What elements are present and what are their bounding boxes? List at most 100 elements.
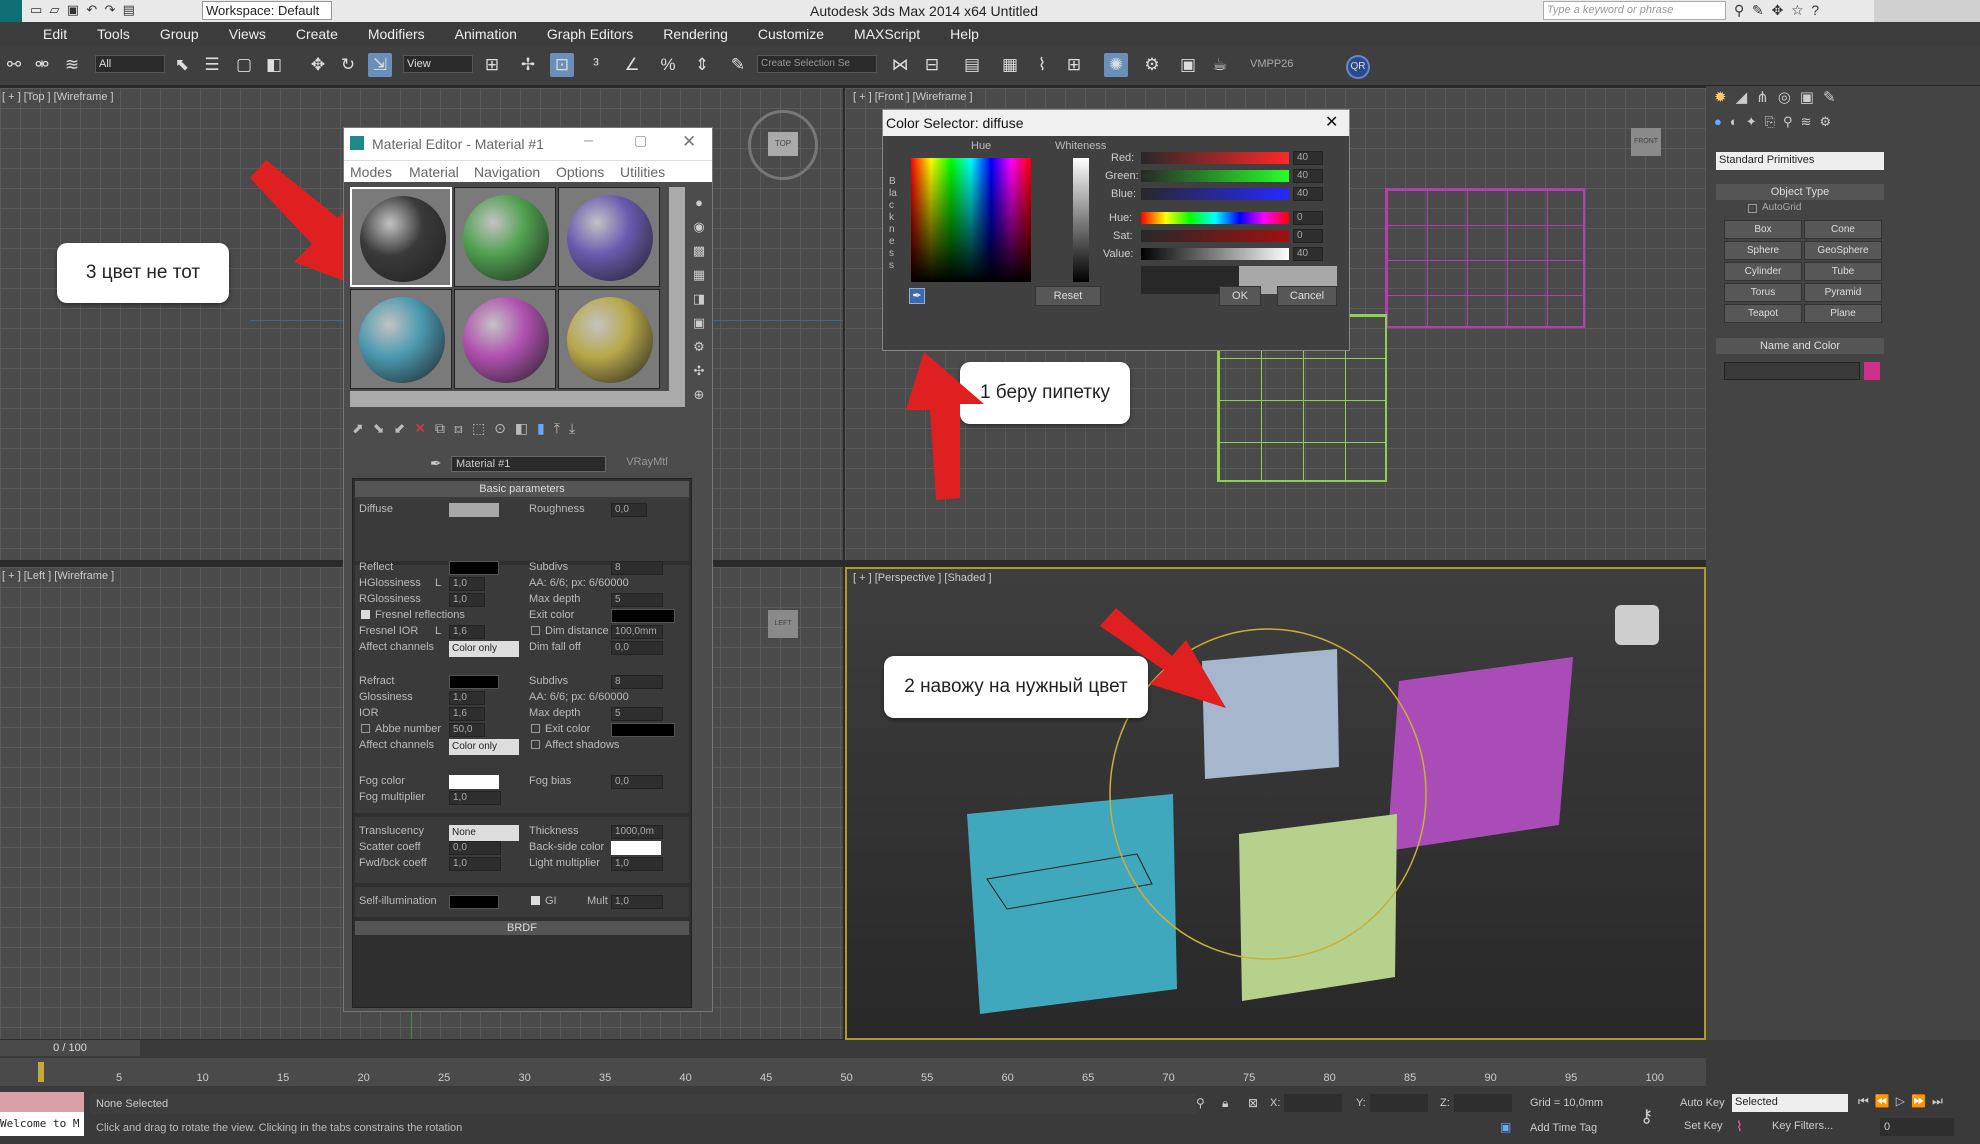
- brdf-header[interactable]: BRDF: [355, 921, 689, 935]
- fresnel-checkbox[interactable]: [361, 610, 370, 619]
- refract-affect-channels-dropdown[interactable]: Color only: [449, 739, 519, 755]
- abbe-spinner[interactable]: 50,0: [449, 723, 485, 737]
- primitive-button-cylinder[interactable]: Cylinder: [1724, 262, 1802, 281]
- go-forward-sibling-icon[interactable]: ⤓: [569, 420, 584, 436]
- utilities-tab-icon[interactable]: ✎: [1823, 89, 1845, 106]
- eyedropper-icon[interactable]: ✒: [909, 288, 925, 304]
- max-depth-spinner[interactable]: 5: [611, 593, 663, 607]
- me-menu-utilities[interactable]: Utilities: [620, 164, 665, 180]
- isolate-icon[interactable]: ⚲: [1196, 1096, 1205, 1110]
- primitive-button-box[interactable]: Box: [1724, 220, 1802, 239]
- space-warps-icon[interactable]: ≋: [1801, 114, 1820, 129]
- sample-type-icon[interactable]: ●: [689, 191, 709, 215]
- color-selector-close-icon[interactable]: ✕: [1325, 112, 1338, 132]
- sat-spinner[interactable]: 0: [1293, 229, 1323, 243]
- x-coordinate-field[interactable]: [1284, 1094, 1342, 1112]
- material-id-icon[interactable]: ⊙: [494, 420, 515, 436]
- absolute-mode-icon[interactable]: ⊠: [1248, 1096, 1258, 1110]
- rglossiness-spinner[interactable]: 1,0: [449, 593, 485, 607]
- make-unique-icon[interactable]: ⧈: [454, 420, 472, 436]
- mult-spinner[interactable]: 1,0: [611, 895, 663, 909]
- time-tag-icon[interactable]: ▣: [1500, 1120, 1511, 1134]
- z-coordinate-field[interactable]: [1454, 1094, 1512, 1112]
- hue-slider[interactable]: [1141, 212, 1289, 224]
- slots-scrollbar[interactable]: [669, 187, 685, 407]
- play-icon[interactable]: ▷: [1896, 1094, 1911, 1108]
- primitive-button-geosphere[interactable]: GeoSphere: [1804, 241, 1882, 260]
- backlight-icon[interactable]: ◉: [689, 215, 709, 239]
- options-icon[interactable]: ⚙: [689, 335, 709, 359]
- autogrid-checkbox[interactable]: [1748, 204, 1757, 213]
- fog-multiplier-spinner[interactable]: 1,0: [449, 791, 501, 805]
- me-menu-modes[interactable]: Modes: [350, 164, 392, 180]
- selection-set-dropdown[interactable]: Selected: [1732, 1094, 1848, 1112]
- reset-button[interactable]: Reset: [1035, 286, 1101, 306]
- lock-selection-icon[interactable]: 🔒︎: [1222, 1096, 1228, 1111]
- reflect-color-swatch[interactable]: [449, 561, 499, 575]
- green-spinner[interactable]: 40: [1293, 169, 1323, 183]
- geometry-icon[interactable]: ●: [1714, 114, 1730, 129]
- close-icon[interactable]: ✕: [682, 132, 696, 152]
- put-to-scene-icon[interactable]: ⬊: [373, 420, 394, 436]
- material-slot[interactable]: [558, 289, 660, 389]
- fwd-bck-spinner[interactable]: 1,0: [449, 857, 501, 871]
- minimize-icon[interactable]: –: [584, 132, 593, 150]
- material-type-button[interactable]: VRayMtl: [612, 456, 682, 472]
- video-color-check-icon[interactable]: ◨: [689, 287, 709, 311]
- cancel-button[interactable]: Cancel: [1277, 286, 1337, 306]
- gi-checkbox[interactable]: [531, 896, 540, 905]
- material-slot[interactable]: [350, 187, 452, 287]
- affect-channels-dropdown[interactable]: Color only: [449, 641, 519, 657]
- ok-button[interactable]: OK: [1219, 286, 1261, 306]
- self-illum-color-swatch[interactable]: [449, 895, 499, 909]
- eyedropper-icon[interactable]: ✒: [430, 455, 442, 472]
- blue-spinner[interactable]: 40: [1293, 187, 1323, 201]
- me-menu-material[interactable]: Material: [409, 164, 459, 180]
- previous-frame-icon[interactable]: ⏪: [1875, 1094, 1896, 1108]
- me-menu-options[interactable]: Options: [556, 164, 604, 180]
- slots-hscrollbar[interactable]: [350, 391, 670, 407]
- primitive-button-pyramid[interactable]: Pyramid: [1804, 283, 1882, 302]
- fog-color-swatch[interactable]: [449, 775, 499, 789]
- exit-color-swatch[interactable]: [611, 609, 675, 623]
- key-mode-icon[interactable]: ⌇: [1736, 1118, 1743, 1135]
- light-multiplier-spinner[interactable]: 1,0: [611, 857, 663, 871]
- name-color-header[interactable]: Name and Color: [1716, 338, 1884, 354]
- show-end-result-icon[interactable]: ▮: [537, 420, 554, 436]
- red-slider[interactable]: [1141, 152, 1289, 164]
- assign-material-icon[interactable]: ⬋: [393, 420, 414, 436]
- value-spinner[interactable]: 40: [1293, 247, 1323, 261]
- object-type-header[interactable]: Object Type: [1716, 184, 1884, 200]
- translucency-dropdown[interactable]: None: [449, 825, 519, 841]
- material-slot[interactable]: [454, 289, 556, 389]
- script-listener[interactable]: Welcome to M: [0, 1112, 84, 1136]
- go-to-start-icon[interactable]: ⏮: [1858, 1094, 1875, 1108]
- background-icon[interactable]: ▩: [689, 239, 709, 263]
- material-slot[interactable]: [558, 187, 660, 287]
- hglossiness-lock[interactable]: L: [435, 577, 441, 589]
- affect-shadows-checkbox[interactable]: [531, 740, 540, 749]
- make-preview-icon[interactable]: ▣: [689, 311, 709, 335]
- refract-subdivs-spinner[interactable]: 8: [611, 675, 663, 689]
- roughness-spinner[interactable]: 0,0: [611, 503, 647, 517]
- subdivs-spinner[interactable]: 8: [611, 561, 663, 575]
- go-to-end-icon[interactable]: ⏭: [1932, 1094, 1949, 1108]
- y-coordinate-field[interactable]: [1370, 1094, 1428, 1112]
- hierarchy-tab-icon[interactable]: ⋔: [1756, 89, 1778, 106]
- primitive-button-sphere[interactable]: Sphere: [1724, 241, 1802, 260]
- fresnel-ior-spinner[interactable]: 1,6: [449, 625, 485, 639]
- material-slot[interactable]: [454, 187, 556, 287]
- me-menu-navigation[interactable]: Navigation: [474, 164, 540, 180]
- diffuse-color-swatch[interactable]: [449, 503, 499, 517]
- script-listener-top[interactable]: [0, 1092, 84, 1112]
- maximize-icon[interactable]: ▢: [634, 132, 647, 149]
- abbe-checkbox[interactable]: [361, 724, 370, 733]
- select-by-material-icon[interactable]: ✣: [689, 359, 709, 383]
- time-slider[interactable]: 0 / 100: [0, 1040, 140, 1056]
- hue-spinner[interactable]: 0: [1293, 211, 1323, 225]
- object-color-swatch[interactable]: [1864, 362, 1880, 380]
- reset-icon[interactable]: ✕: [414, 420, 435, 436]
- refract-exit-color-swatch[interactable]: [611, 723, 675, 737]
- sat-slider[interactable]: [1141, 230, 1289, 242]
- blue-slider[interactable]: [1141, 188, 1289, 200]
